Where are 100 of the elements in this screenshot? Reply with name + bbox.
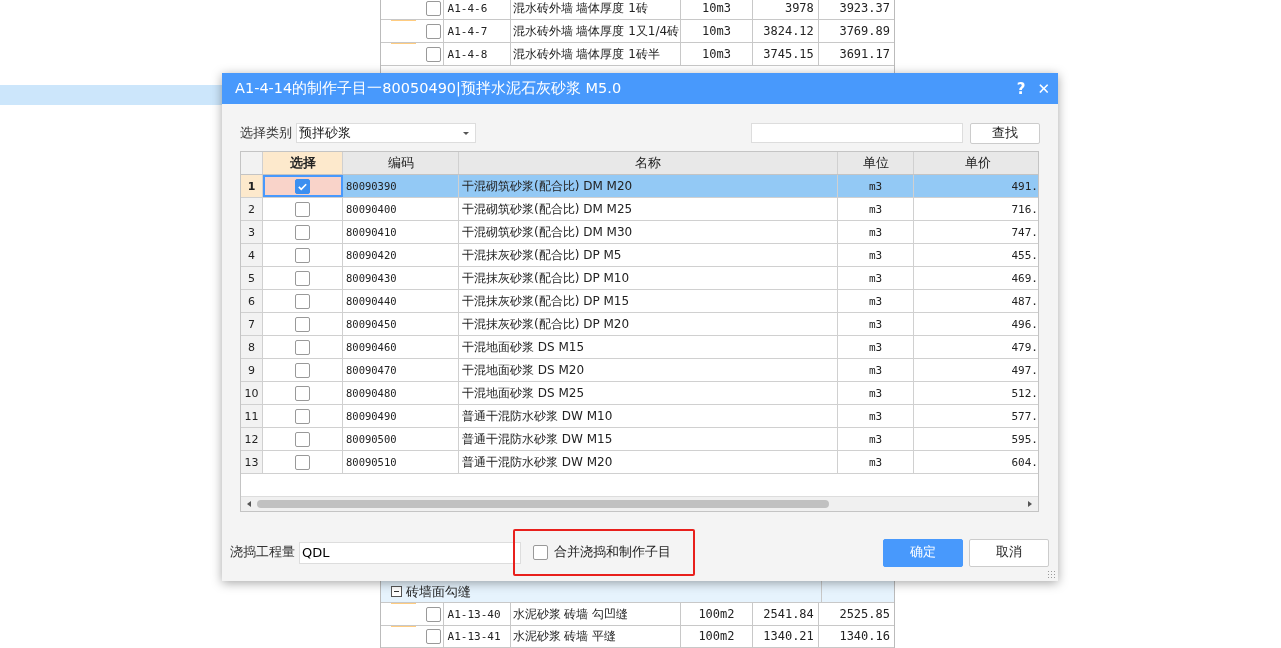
table-cell-text: 604. xyxy=(1010,454,1038,471)
checkbox[interactable] xyxy=(295,316,310,332)
table-cell-text: 577. xyxy=(1010,408,1038,425)
row-number: 1 xyxy=(241,175,263,197)
row-number: 12 xyxy=(241,428,263,450)
table-row[interactable]: 5 80090430 干混抹灰砂浆(配合比) DP M10 m3 469. xyxy=(241,267,1038,290)
tree-line xyxy=(391,20,416,21)
table-cell: 混水砖外墙 墙体厚度 1砖半 xyxy=(510,43,682,65)
checkbox[interactable] xyxy=(426,606,441,622)
tree-line xyxy=(391,603,416,605)
table-cell: 10m3 xyxy=(681,0,753,19)
table-row[interactable]: 13 80090510 普通干混防水砂浆 DW M20 m3 604. xyxy=(241,451,1038,474)
table-row[interactable]: 11 80090490 普通干混防水砂浆 DW M10 m3 577. xyxy=(241,405,1038,428)
checkbox[interactable] xyxy=(426,628,441,644)
table-cell: m3 xyxy=(838,359,914,381)
checkbox[interactable] xyxy=(295,270,310,286)
category-dropdown[interactable]: 预拌砂浆 xyxy=(296,123,476,143)
table-row[interactable]: 8 80090460 干混地面砂浆 DS M15 m3 479. xyxy=(241,336,1038,359)
cancel-button[interactable]: 取消 xyxy=(969,538,1049,567)
table-cell-text: 455. xyxy=(1010,247,1038,264)
table-cell: 干混抹灰砂浆(配合比) DP M5 xyxy=(459,244,838,266)
row-number: 10 xyxy=(241,382,263,404)
table-cell: m3 xyxy=(838,290,914,312)
checkbox[interactable] xyxy=(426,23,441,39)
checkbox[interactable] xyxy=(295,178,310,194)
table-cell: 普通干混防水砂浆 DW M20 xyxy=(459,451,838,473)
table-cell: m3 xyxy=(838,428,914,450)
checkbox[interactable] xyxy=(295,247,310,263)
merge-checkbox[interactable]: 合并浇捣和制作子目 xyxy=(533,544,671,561)
table-cell: 1340.21 xyxy=(752,625,819,647)
table-row[interactable]: 12 80090500 普通干混防水砂浆 DW M15 m3 595. xyxy=(241,428,1038,451)
table-cell: 3824.12 xyxy=(752,20,819,42)
checkbox[interactable] xyxy=(295,224,310,240)
checkbox[interactable] xyxy=(295,431,310,447)
table-row[interactable]: 4 80090420 干混抹灰砂浆(配合比) DP M5 m3 455. xyxy=(241,244,1038,267)
checkbox[interactable] xyxy=(295,454,310,470)
table-cell: 10m3 xyxy=(681,20,753,42)
table-cell: 3745.15 xyxy=(752,43,819,65)
tree-line xyxy=(391,43,416,44)
table-cell: 80090420 xyxy=(343,244,459,266)
table-cell: 80090410 xyxy=(343,221,459,243)
column-header: 单价 xyxy=(963,153,992,172)
row-number: 5 xyxy=(241,267,263,289)
table-row[interactable]: 3 80090410 干混砌筑砂浆(配合比) DM M30 m3 747. xyxy=(241,221,1038,244)
table-cell-text: 512. xyxy=(1010,385,1038,402)
tree-line xyxy=(391,625,416,627)
checkbox[interactable] xyxy=(295,293,310,309)
table-cell: m3 xyxy=(838,336,914,358)
table-cell: 混水砖外墙 墙体厚度 1又1/4砖 xyxy=(510,20,682,42)
table-row[interactable]: 6 80090440 干混抹灰砂浆(配合比) DP M15 m3 487. xyxy=(241,290,1038,313)
checkbox[interactable] xyxy=(426,0,441,16)
quantity-field[interactable]: QDL xyxy=(299,541,521,564)
field-label: 选择类别 xyxy=(240,124,292,142)
scrollbar-thumb[interactable] xyxy=(257,500,829,508)
table-cell: 干混抹灰砂浆(配合比) DP M15 xyxy=(459,290,838,312)
table-cell: 80090390 xyxy=(343,175,459,197)
table-cell-text: 747. xyxy=(1010,224,1038,241)
scroll-left-icon[interactable] xyxy=(245,500,253,508)
row-number: 8 xyxy=(241,336,263,358)
table-cell: m3 xyxy=(838,244,914,266)
table-cell: A1-13-40 xyxy=(443,603,511,625)
checkbox[interactable] xyxy=(295,339,310,355)
caret-icon xyxy=(463,131,469,135)
table-cell: 2541.84 xyxy=(752,603,819,625)
row-number: 4 xyxy=(241,244,263,266)
table-cell: 100m2 xyxy=(681,625,753,647)
scroll-right-icon[interactable] xyxy=(1026,500,1034,508)
table-row[interactable]: 10 80090480 干混地面砂浆 DS M25 m3 512. xyxy=(241,382,1038,405)
table-cell: A1-13-41 xyxy=(443,625,511,647)
collapse-toggle[interactable] xyxy=(391,586,402,598)
table-cell-text: 487. xyxy=(1010,293,1038,310)
table-row[interactable]: 1 80090390 干混砌筑砂浆(配合比) DM M20 m3 491. xyxy=(241,175,1038,198)
table-row[interactable]: 9 80090470 干混地面砂浆 DS M20 m3 497. xyxy=(241,359,1038,382)
table-cell-text: 1340.16 xyxy=(838,628,891,646)
row-number: 9 xyxy=(241,359,263,381)
row-number: 11 xyxy=(241,405,263,427)
search-field[interactable] xyxy=(751,122,963,143)
table-row[interactable]: 2 80090400 干混砌筑砂浆(配合比) DM M25 m3 716. xyxy=(241,198,1038,221)
table-row[interactable]: 7 80090450 干混抹灰砂浆(配合比) DP M20 m3 496. xyxy=(241,313,1038,336)
search-button[interactable]: 查找 xyxy=(970,122,1040,144)
horizontal-scrollbar[interactable] xyxy=(241,496,1038,511)
table-cell: m3 xyxy=(838,405,914,427)
table-cell: A1-4-8 xyxy=(443,43,511,65)
checkbox[interactable] xyxy=(295,201,310,217)
resize-grip-icon[interactable] xyxy=(1047,570,1055,578)
table-cell: 80090490 xyxy=(343,405,459,427)
column-header: 名称 xyxy=(459,152,838,174)
checkbox[interactable] xyxy=(533,545,548,560)
table-cell-text: 2525.85 xyxy=(838,606,891,624)
table-cell: 干混砌筑砂浆(配合比) DM M30 xyxy=(459,221,838,243)
column-header: 选择 xyxy=(263,152,343,174)
checkbox[interactable] xyxy=(295,362,310,378)
checkbox[interactable] xyxy=(295,408,310,424)
table-cell: m3 xyxy=(838,198,914,220)
table-cell-text: 3923.37 xyxy=(838,0,891,17)
table-cell: 干混地面砂浆 DS M25 xyxy=(459,382,838,404)
table-cell: 80090470 xyxy=(343,359,459,381)
checkbox[interactable] xyxy=(295,385,310,401)
checkbox[interactable] xyxy=(426,46,441,62)
table-cell: A1-4-7 xyxy=(443,20,511,42)
